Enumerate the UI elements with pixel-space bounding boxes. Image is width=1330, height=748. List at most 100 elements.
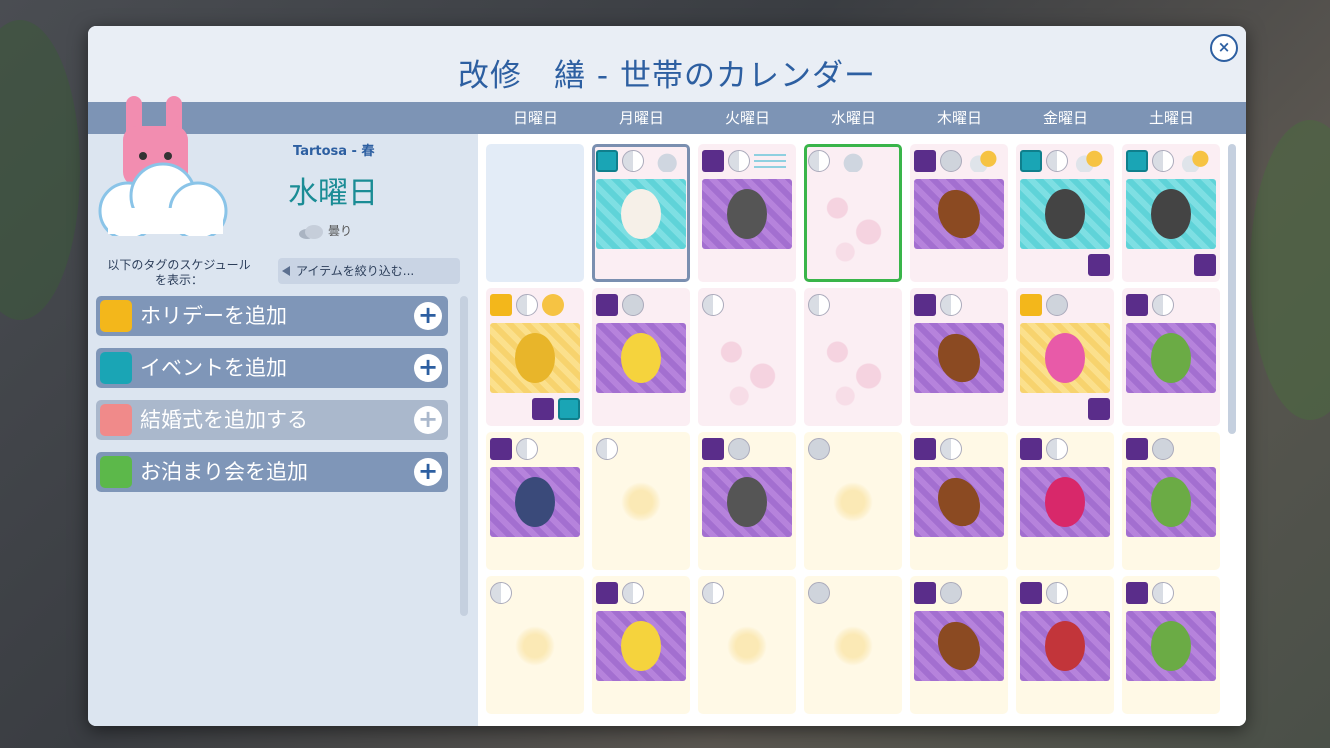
calendar-day-cell[interactable]	[1122, 576, 1220, 714]
football-icon	[930, 326, 988, 390]
holiday-balloons-icon	[1020, 294, 1042, 316]
close-button[interactable]: ×	[1210, 34, 1238, 62]
calendar-scrollbar[interactable]	[1228, 144, 1236, 434]
weather-label: 曇り	[328, 224, 353, 238]
calendar-day-cell[interactable]	[804, 576, 902, 714]
calendar-day-cell[interactable]	[1122, 432, 1220, 570]
day-status-icons	[490, 438, 542, 462]
event-calendar-icon	[1126, 150, 1148, 172]
region-season-label: Tartosa - 春	[293, 144, 375, 159]
laptop-smiley-icon	[727, 189, 767, 239]
calendar-day-cell[interactable]	[910, 576, 1008, 714]
day-status-icons	[596, 294, 648, 318]
like-icon	[532, 398, 554, 420]
add-button-label: 結婚式を追加する	[140, 408, 308, 432]
activity-art	[596, 323, 686, 393]
background-plant	[0, 20, 80, 320]
calendar-dialog: 改修 繕 - 世帯のカレンダー × 日曜日 月曜日 火曜日 水曜日 木曜日 金曜日 土曜日 …	[88, 26, 1246, 726]
calendar-day-cell[interactable]	[1016, 432, 1114, 570]
weekday-header: 金曜日	[1042, 109, 1088, 127]
like-icon	[702, 438, 724, 460]
add-button[interactable]: ホリデーを追加 +	[96, 296, 448, 336]
windy-icon	[754, 150, 786, 172]
microphone-icon	[1151, 189, 1191, 239]
weekday-header: 水曜日	[830, 109, 876, 127]
calendar-day-cell[interactable]	[910, 432, 1008, 570]
day-status-icons	[1126, 582, 1178, 606]
calendar-day-cell[interactable]	[1122, 288, 1220, 426]
add-button[interactable]: イベントを追加 +	[96, 348, 448, 388]
like-icon	[914, 294, 936, 316]
calendar-day-cell[interactable]	[1016, 288, 1114, 426]
plus-icon: +	[414, 406, 442, 434]
football-icon	[930, 182, 988, 246]
hearts-icon	[1045, 333, 1085, 383]
calendar-day-cell[interactable]	[698, 576, 796, 714]
like-icon	[1126, 294, 1148, 316]
balloons-icon	[100, 300, 132, 332]
holiday-balloons-icon	[490, 294, 512, 316]
like-icon	[914, 150, 936, 172]
calendar-day-cell[interactable]	[1016, 144, 1114, 282]
calendar-day-cell[interactable]	[592, 576, 690, 714]
calendar-day-cell[interactable]	[910, 144, 1008, 282]
calendar-day-cell[interactable]	[592, 432, 690, 570]
like-icon	[702, 150, 724, 172]
add-button[interactable]: お泊まり会を追加 +	[96, 452, 448, 492]
calendar-day-cell[interactable]	[698, 144, 796, 282]
add-button[interactable]: 結婚式を追加する +	[96, 400, 448, 440]
calendar-day-cell[interactable]	[698, 288, 796, 426]
calendar-day-cell[interactable]	[1122, 144, 1220, 282]
like-icon	[914, 582, 936, 604]
moon-half-icon	[1152, 150, 1174, 172]
event-calendar-icon	[558, 398, 580, 420]
day-status-icons	[1020, 582, 1072, 606]
football-icon	[930, 470, 988, 534]
calendar-day-cell[interactable]	[486, 144, 584, 282]
left-scrollbar[interactable]	[460, 296, 468, 616]
like-icon	[1194, 254, 1216, 276]
activity-art	[1020, 611, 1110, 681]
calendar-day-cell[interactable]	[592, 144, 690, 282]
add-button-label: イベントを追加	[140, 356, 287, 380]
weather-info: 曇り	[298, 222, 352, 240]
moon-icon	[940, 582, 962, 604]
calendar-day-cell[interactable]	[486, 576, 584, 714]
calendar-day-cell[interactable]	[592, 288, 690, 426]
day-status-icons	[808, 582, 834, 606]
weekday-header: 土曜日	[1148, 109, 1194, 127]
day-status-icons	[914, 294, 966, 318]
calendar-day-cell[interactable]	[486, 432, 584, 570]
calendar-day-cell[interactable]	[804, 288, 902, 426]
jester-icon	[621, 333, 661, 383]
sun-pattern	[833, 626, 873, 666]
calendar-day-cell[interactable]	[910, 288, 1008, 426]
moon-icon	[728, 438, 750, 460]
spicy-mouth-icon	[1045, 621, 1085, 671]
sun-pattern	[621, 482, 661, 522]
calendar-day-cell[interactable]	[804, 432, 902, 570]
calendar-day-cell[interactable]	[1016, 576, 1114, 714]
cloudy-icon	[648, 150, 680, 172]
calendar-day-cell[interactable]	[698, 432, 796, 570]
moon-half-icon	[702, 582, 724, 604]
day-corner-icons	[1190, 254, 1216, 278]
tag-filter-dropdown[interactable]: アイテムを絞り込む...	[278, 258, 460, 284]
day-status-icons	[596, 150, 684, 174]
moon-icon	[808, 582, 830, 604]
activity-art	[1126, 179, 1216, 249]
event-calendar-icon	[1020, 150, 1042, 172]
calendar-day-cell[interactable]	[804, 144, 902, 282]
activity-art	[1126, 323, 1216, 393]
sun-icon	[542, 294, 564, 316]
moon-half-icon	[1046, 582, 1068, 604]
moon-half-icon	[1152, 294, 1174, 316]
day-corner-icons	[528, 398, 580, 422]
partly-sunny-icon	[966, 150, 998, 172]
add-button-label: お泊まり会を追加	[140, 460, 308, 484]
day-status-icons	[1020, 150, 1108, 174]
moon-half-icon	[940, 438, 962, 460]
microphone-icon	[1045, 189, 1085, 239]
calendar-day-cell[interactable]	[486, 288, 584, 426]
day-status-icons	[1126, 438, 1178, 462]
